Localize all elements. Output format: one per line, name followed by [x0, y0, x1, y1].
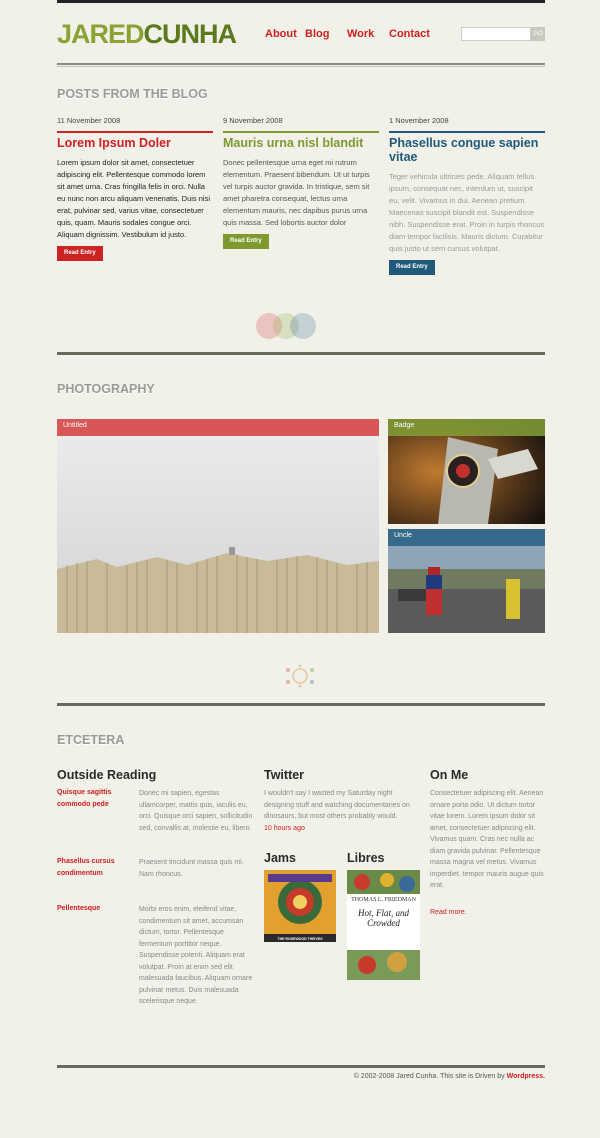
- read-entry-button[interactable]: Read Entry: [389, 260, 435, 275]
- on-me-title: On Me: [430, 768, 469, 782]
- album-text: THE ROSEWOOD THIEVES: [277, 937, 323, 941]
- outside-reading-title: Outside Reading: [57, 768, 157, 782]
- photo-untitled-image: [57, 419, 379, 633]
- read-more-link[interactable]: Read more.: [430, 907, 467, 919]
- jams-title: Jams: [264, 851, 296, 865]
- photo-badge[interactable]: Badge: [388, 419, 545, 524]
- on-me-text: Consectetuer adipiscing elit. Aenean orn…: [430, 790, 544, 889]
- post-rule: [223, 131, 379, 133]
- book-author: THOMAS L. FRIEDMAN: [351, 897, 416, 903]
- search-go-button[interactable]: GO: [531, 27, 545, 41]
- album-cover[interactable]: THE ROSEWOOD THIEVES: [264, 870, 336, 942]
- header-divider: [57, 63, 545, 67]
- reading-desc: Morbi eros enim, eleifend vitae, condime…: [139, 906, 253, 1005]
- reading-link[interactable]: Pellentesque: [57, 903, 135, 915]
- post-title[interactable]: Lorem Ipsum Doler: [57, 136, 213, 150]
- search-input[interactable]: [461, 27, 531, 41]
- blog-divider: [57, 352, 545, 355]
- circle-blue[interactable]: [290, 313, 316, 339]
- read-entry-button[interactable]: Read Entry: [57, 246, 103, 261]
- album-art: [264, 870, 336, 942]
- nav-about[interactable]: About: [265, 28, 297, 40]
- nav-work[interactable]: Work: [347, 28, 374, 40]
- pagination-circles: [256, 313, 316, 340]
- footer: © 2002-2008 Jared Cunha. This site is Dr…: [354, 1073, 545, 1080]
- blog-post: 9 November 2008 Mauris urna nisl blandit…: [223, 116, 379, 249]
- tweet-text: I wouldn't say I wasted my Saturday nigh…: [264, 790, 410, 820]
- blog-section-title: POSTS FROM THE BLOG: [57, 87, 208, 101]
- site-logo[interactable]: JAREDCUNHA: [57, 19, 237, 49]
- post-title[interactable]: Mauris urna nisl blandit: [223, 136, 379, 150]
- book-cover[interactable]: THOMAS L. FRIEDMAN Hot, Flat, and Crowde…: [347, 870, 420, 980]
- post-rule: [389, 131, 545, 133]
- post-date: 11 November 2008: [57, 116, 121, 125]
- nav-contact[interactable]: Contact: [389, 28, 430, 40]
- photo-caption: Untitled: [57, 419, 379, 436]
- footer-copyright: © 2002-2008 Jared Cunha. This site is Dr…: [353, 1073, 505, 1080]
- post-date: 1 November 2008: [389, 116, 449, 125]
- post-body: Lorem ipsum dolor sit amet, consectetuer…: [57, 158, 211, 239]
- footer-wordpress-link[interactable]: Wordpress.: [507, 1073, 545, 1080]
- reading-link[interactable]: Phasellus cursus condimentum: [57, 856, 135, 880]
- footer-divider: [57, 1065, 545, 1068]
- top-bar: [57, 0, 545, 3]
- photo-caption: Uncle: [388, 529, 545, 546]
- logo-part-2: CUNHA: [143, 19, 237, 49]
- photography-divider: [57, 703, 545, 706]
- search-form: GO: [461, 27, 545, 41]
- loader-dots-icon: [282, 664, 318, 688]
- reading-desc: Donec mi sapien, egestas ullamcorper, ma…: [139, 790, 253, 832]
- post-rule: [57, 131, 213, 133]
- reading-link[interactable]: Quisque sagittis commodo pede: [57, 787, 135, 811]
- read-entry-button[interactable]: Read Entry: [223, 234, 269, 249]
- etcetera-section-title: ETCETERA: [57, 733, 125, 747]
- libres-title: Libres: [347, 851, 385, 865]
- blog-post: 1 November 2008 Phasellus congue sapien …: [389, 116, 545, 275]
- blog-post: 11 November 2008 Lorem Ipsum Doler Lorem…: [57, 116, 213, 261]
- book-title: Hot, Flat, and Crowded: [358, 908, 409, 928]
- tweet-time[interactable]: 10 hours ago: [264, 823, 305, 835]
- twitter-title: Twitter: [264, 768, 305, 782]
- photo-caption: Badge: [388, 419, 545, 436]
- photo-uncle[interactable]: Uncle: [388, 529, 545, 633]
- nav-blog[interactable]: Blog: [305, 28, 329, 40]
- post-body: Donec pellentesque urna eget mi rutrum e…: [223, 158, 370, 227]
- post-body: Teger vehicula ultricies pede. Aliquam t…: [389, 172, 545, 253]
- photo-untitled[interactable]: Untitled: [57, 419, 379, 633]
- logo-part-1: JARED: [57, 19, 145, 49]
- post-date: 9 November 2008: [223, 116, 283, 125]
- post-title[interactable]: Phasellus congue sapien vitae: [389, 136, 545, 164]
- photography-section-title: PHOTOGRAPHY: [57, 382, 155, 396]
- reading-desc: Praesent tincidunt massa quis mi. Nam rh…: [139, 859, 244, 878]
